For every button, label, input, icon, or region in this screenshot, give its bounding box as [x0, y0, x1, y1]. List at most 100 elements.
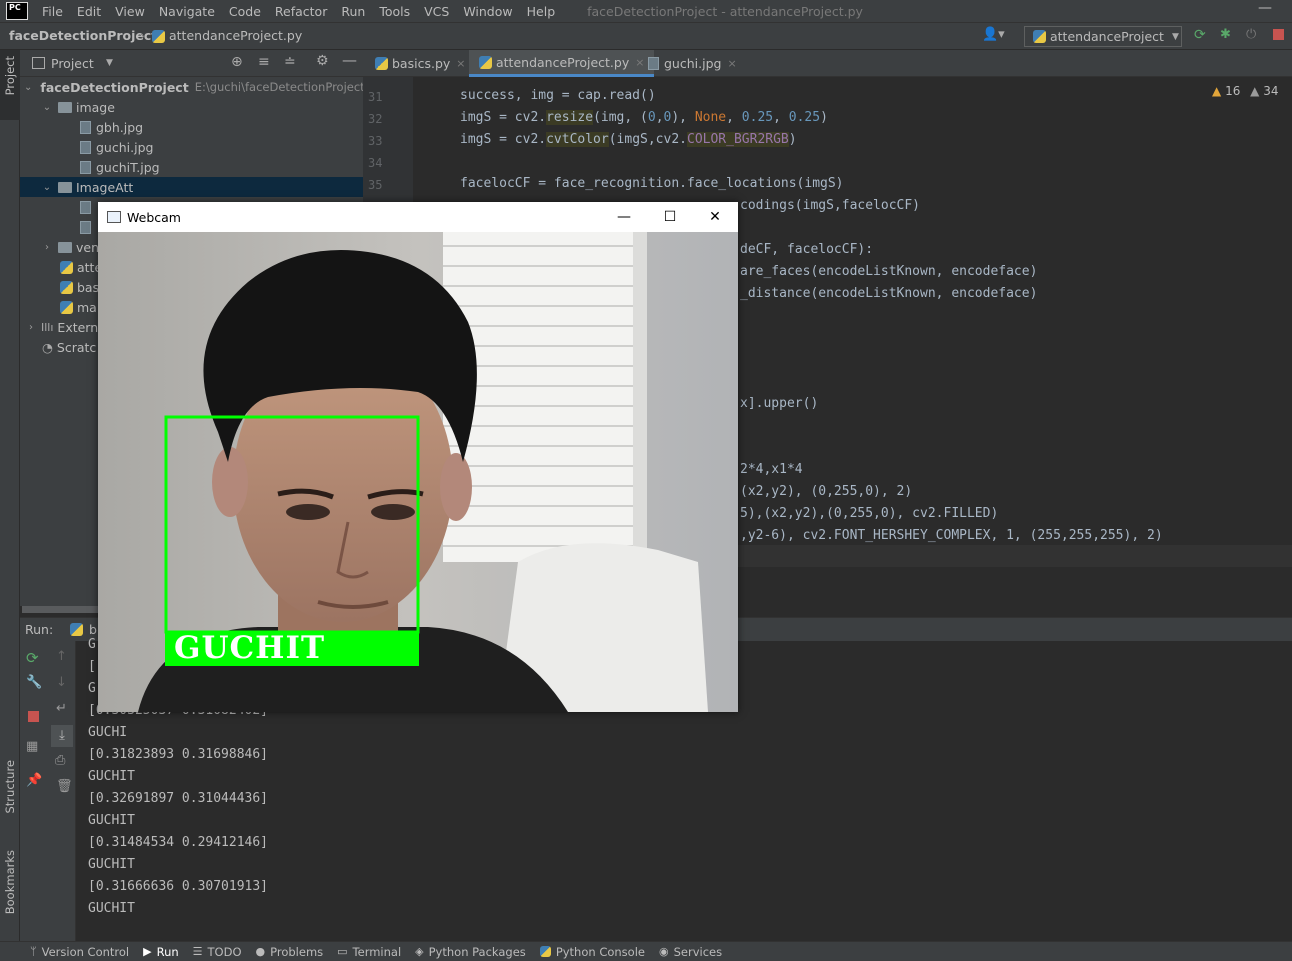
breadcrumb-project[interactable]: faceDetectionProject	[9, 28, 157, 43]
image-file-icon	[80, 120, 91, 134]
python-file-icon	[60, 260, 73, 274]
maximize-button[interactable]: ☐	[647, 202, 693, 232]
menu-run[interactable]: Run	[341, 4, 365, 19]
debug-icon[interactable]: ✱	[1220, 27, 1231, 42]
console-line: GUCHIT	[88, 901, 135, 916]
tree-item-imageatt-folder[interactable]: ⌄ ImageAtt	[20, 177, 363, 197]
problems-tab[interactable]: ● Problems	[256, 945, 324, 959]
tree-item-image-folder[interactable]: ⌄ image	[20, 97, 363, 117]
menu-window[interactable]: Window	[463, 4, 512, 19]
tab-label: Terminal	[352, 944, 402, 959]
python-packages-tab[interactable]: ◈ Python Packages	[415, 945, 526, 959]
minimize-button[interactable]: —	[601, 202, 647, 232]
soft-wrap-icon[interactable]: ↵	[56, 701, 67, 716]
breadcrumb-file[interactable]: attendanceProject.py	[169, 28, 302, 43]
scroll-to-end-icon[interactable]: ⤓	[51, 725, 73, 747]
scratches-icon: ◔	[42, 339, 53, 355]
webcam-window[interactable]: Webcam — ☐ ✕ GUCHIT	[98, 202, 738, 712]
tab-guchi-jpg[interactable]: guchi.jpg ×	[638, 50, 747, 77]
close-icon[interactable]: ×	[456, 57, 465, 70]
stop-icon[interactable]	[1273, 29, 1284, 40]
code-line-48: 2*4,x1*4	[740, 462, 803, 477]
menu-help[interactable]: Help	[527, 4, 556, 19]
pin-icon[interactable]: 📌	[26, 773, 42, 788]
bookmarks-tool-label[interactable]: Bookmarks	[3, 850, 17, 914]
list-icon: ☰	[192, 945, 203, 958]
layout-icon[interactable]: ▦	[26, 739, 38, 754]
close-icon[interactable]: ×	[727, 57, 736, 70]
tree-item-path: E:\guchi\faceDetectionProject	[194, 80, 363, 94]
close-button[interactable]: ✕	[692, 202, 738, 232]
folder-icon	[58, 181, 72, 193]
locate-icon[interactable]: ⊕	[231, 54, 243, 70]
inspection-widget[interactable]: ▲ 16 ▲ 34	[1212, 84, 1279, 98]
project-tool-button[interactable]: Project	[0, 50, 20, 120]
rerun-icon[interactable]: ⟳	[1194, 27, 1206, 43]
stop-disabled-icon[interactable]: ⏻	[1246, 27, 1256, 42]
arrow-down-icon[interactable]: ↓	[56, 675, 67, 690]
run-tab[interactable]: ▶ Run	[143, 945, 179, 959]
line-number: 32	[368, 112, 383, 126]
arrow-up-icon[interactable]: ↑	[56, 649, 67, 664]
project-panel-title[interactable]: Project	[51, 56, 94, 71]
menu-refactor[interactable]: Refactor	[275, 4, 327, 19]
menu-navigate[interactable]: Navigate	[159, 4, 215, 19]
minimize-icon[interactable]: —	[1258, 0, 1272, 16]
tree-item-label: guchi.jpg	[96, 139, 154, 155]
trash-icon[interactable]: 🗑	[56, 779, 73, 794]
console-line: [	[88, 659, 96, 674]
branch-icon: ᛘ	[30, 945, 37, 958]
menu-code[interactable]: Code	[229, 4, 261, 19]
menu-file[interactable]: File	[42, 4, 63, 19]
terminal-tab[interactable]: ▭ Terminal	[337, 945, 401, 959]
gear-icon[interactable]: ⚙	[316, 53, 329, 69]
python-file-icon	[152, 30, 165, 43]
warning-icon: ▲	[1212, 84, 1222, 98]
weak-warning-count: 34	[1263, 84, 1279, 98]
run-toolbar-primary: ⟳ 🔧 ▦ 📌	[20, 641, 48, 941]
image-file-icon	[80, 220, 91, 234]
rerun-icon[interactable]: ⟳	[26, 649, 39, 667]
tab-label: guchi.jpg	[664, 56, 722, 71]
tree-item-project-root[interactable]: ⌄ faceDetectionProject E:\guchi\faceDete…	[20, 77, 363, 97]
collapse-all-icon[interactable]: ≐	[284, 54, 296, 70]
chevron-down-icon[interactable]: ▼	[106, 58, 113, 68]
tab-basics[interactable]: basics.py ×	[365, 50, 476, 77]
line-number: 35	[368, 178, 383, 192]
expand-all-icon[interactable]: ≡	[258, 54, 270, 70]
folder-icon	[58, 101, 72, 113]
run-config-selector[interactable]: attendanceProject ▼	[1024, 26, 1182, 47]
menu-tools[interactable]: Tools	[379, 4, 410, 19]
tree-item-label: bas	[77, 279, 100, 295]
warning-count: 16	[1225, 84, 1241, 98]
version-control-tab[interactable]: ᛘ Version Control	[30, 945, 129, 959]
tree-item-guchi[interactable]: guchi.jpg	[20, 137, 363, 157]
menu-view[interactable]: View	[115, 4, 145, 19]
menu-vcs[interactable]: VCS	[424, 4, 449, 19]
menu-edit[interactable]: Edit	[77, 4, 101, 19]
console-line: [0.31823893 0.31698846]	[88, 747, 269, 762]
structure-tool-label[interactable]: Structure	[3, 760, 17, 814]
services-tab[interactable]: ◉ Services	[659, 945, 722, 959]
tree-item-label: faceDetectionProject	[40, 79, 189, 95]
project-panel-header: Project ▼ ⊕ ≡ ≐ ⚙ —	[20, 51, 363, 77]
hide-panel-icon[interactable]: —	[342, 51, 357, 69]
wrench-icon[interactable]: 🔧	[26, 675, 42, 690]
tree-item-gbh[interactable]: gbh.jpg	[20, 117, 363, 137]
tab-attendance-project[interactable]: attendanceProject.py ×	[469, 50, 655, 77]
print-icon[interactable]: ⎙	[55, 753, 65, 768]
play-icon: ▶	[143, 945, 152, 958]
python-console-tab[interactable]: Python Console	[539, 945, 645, 959]
weak-warning-icon: ▲	[1250, 84, 1260, 98]
tab-label: Version Control	[41, 944, 130, 959]
stop-icon[interactable]	[28, 711, 39, 722]
tree-item-guchiT[interactable]: guchiT.jpg	[20, 157, 363, 177]
run-config-tab[interactable]: b	[89, 622, 97, 637]
webcam-titlebar[interactable]: Webcam — ☐ ✕	[98, 202, 738, 232]
todo-tab[interactable]: ☰ TODO	[193, 945, 242, 959]
image-file-icon	[648, 57, 659, 70]
info-icon: ●	[255, 945, 266, 958]
tree-item-label: ven	[76, 239, 100, 255]
menu-bar: PC File Edit View Navigate Code Refactor…	[0, 0, 1292, 22]
user-icon[interactable]: 👤▾	[982, 27, 1005, 42]
